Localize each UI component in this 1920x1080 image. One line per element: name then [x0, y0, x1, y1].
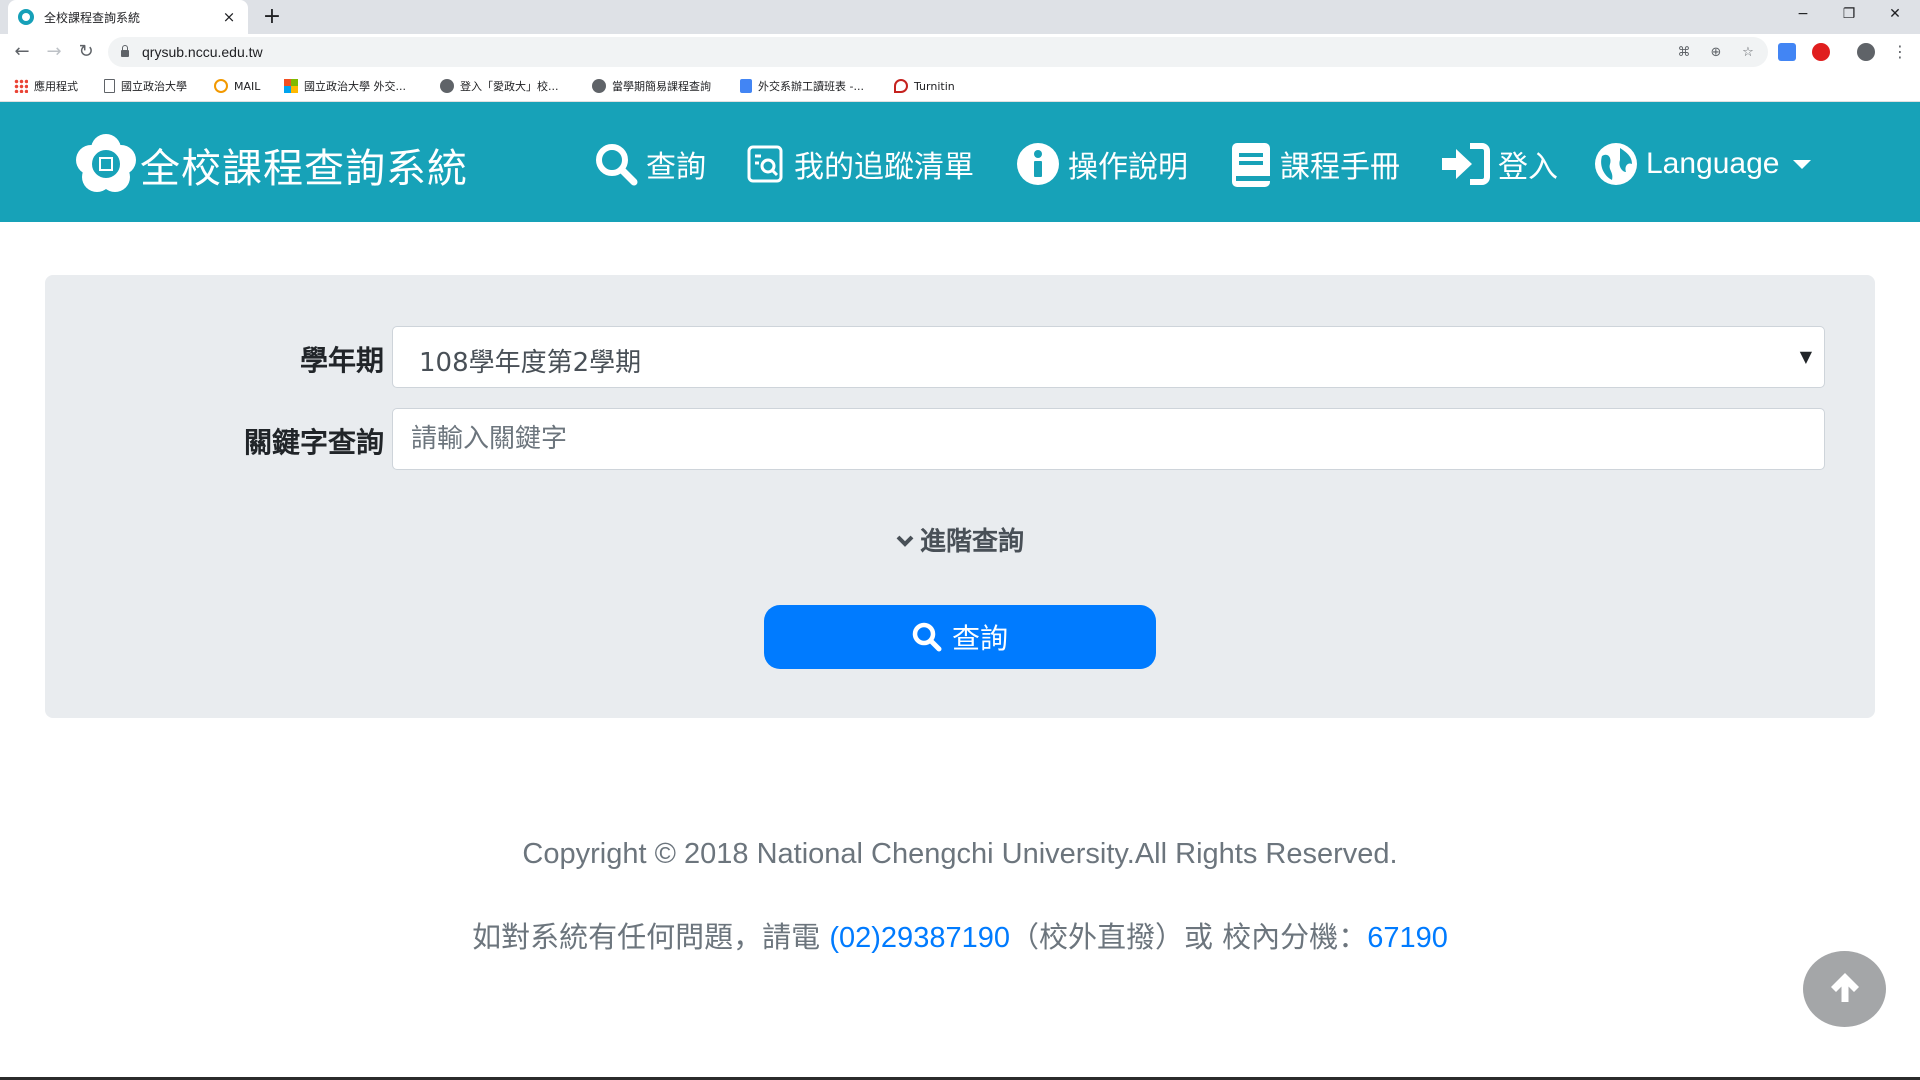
nav-search[interactable]: 查詢 — [594, 142, 706, 186]
bookmark-apps[interactable]: 應用程式 — [14, 78, 78, 94]
copyright-text: Copyright © 2018 National Chengchi Unive… — [522, 838, 1398, 870]
nav-handbook-label: 課程手冊 — [1280, 150, 1400, 185]
turnitin-icon — [894, 79, 908, 93]
restore-button[interactable]: ❐ — [1826, 0, 1872, 30]
search-submit-label: 查詢 — [951, 622, 1008, 655]
opera-extension-icon[interactable] — [1812, 43, 1830, 61]
nav-watchlist-label: 我的追蹤清單 — [794, 150, 974, 185]
apps-grid-icon — [14, 79, 28, 93]
semester-label: 學年期 — [299, 344, 384, 377]
browser-menu-icon[interactable]: ⋮ — [1888, 40, 1912, 64]
site-title[interactable]: 全校課程查詢系統 — [140, 136, 468, 194]
nav-language-label: Language — [1646, 147, 1780, 180]
bookmark-star-icon[interactable]: ☆ — [1740, 45, 1756, 61]
back-arrow-icon[interactable]: ← — [10, 40, 34, 64]
advanced-search-label: 進階查詢 — [919, 527, 1024, 557]
reload-icon[interactable]: ↻ — [74, 40, 98, 64]
zoom-icon[interactable]: ⊕ — [1708, 45, 1724, 61]
address-bar[interactable]: qrysub.nccu.edu.tw ⌘ ⊕ ☆ — [108, 37, 1768, 67]
watchlist-icon — [746, 142, 786, 186]
windows-icon — [284, 79, 298, 93]
phone-link[interactable]: (02)29387190 — [829, 922, 1010, 954]
contact-info: 如對系統有任何問題，請電 (02)29387190（校外直撥）或 校內分機：67… — [0, 914, 1920, 956]
globe-icon — [1594, 142, 1638, 186]
advanced-search-toggle[interactable]: 進階查詢 — [45, 521, 1875, 558]
keyword-field — [392, 408, 1825, 470]
caret-down-icon — [1793, 159, 1812, 169]
bookmark-label: 當學期簡易課程查詢 — [612, 80, 711, 93]
nav-handbook[interactable]: 課程手冊 — [1230, 142, 1400, 187]
doc-icon — [740, 79, 752, 93]
bookmark-turnitin[interactable]: Turnitin — [894, 78, 955, 94]
semester-selected-value: 108學年度第2學期 — [419, 348, 642, 378]
browser-tab-strip: 全校課程查詢系統 × + − ❐ ✕ — [0, 0, 1920, 34]
bookmark-course-query[interactable]: 當學期簡易課程查詢 — [592, 78, 711, 94]
search-submit-button[interactable]: 查詢 — [764, 605, 1156, 669]
bookmark-label: 外交系辦工讀班表 -... — [758, 80, 864, 93]
globe-icon — [592, 79, 606, 93]
forward-arrow-icon[interactable]: → — [42, 40, 66, 64]
bookmark-label: MAIL — [234, 79, 261, 93]
search-icon — [594, 142, 638, 186]
bookmark-label: Turnitin — [914, 79, 955, 93]
extension-link[interactable]: 67190 — [1367, 922, 1448, 954]
tab-close-icon[interactable]: × — [220, 8, 238, 26]
window-close-button[interactable]: ✕ — [1872, 0, 1918, 30]
book-icon — [1230, 142, 1272, 187]
bookmark-label: 國立政治大學 外交... — [304, 80, 406, 93]
search-icon — [912, 622, 942, 652]
nav-help-label: 操作說明 — [1068, 150, 1188, 185]
lock-icon — [120, 45, 130, 57]
tab-title: 全校課程查詢系統 — [44, 10, 141, 25]
bookmark-nccu-diplomacy[interactable]: 國立政治大學 外交... — [284, 78, 406, 94]
bookmarks-bar: 應用程式 國立政治大學 MAIL 國立政治大學 外交... 登入「愛政大」校..… — [0, 70, 1920, 102]
back-to-top-button[interactable] — [1803, 951, 1886, 1027]
contact-middle: （校外直撥）或 校內分機： — [1009, 920, 1368, 954]
nav-watchlist[interactable]: 我的追蹤清單 — [746, 142, 974, 186]
mail-icon — [214, 79, 228, 93]
translate-icon[interactable]: ⌘ — [1676, 45, 1692, 61]
keyword-input[interactable] — [393, 409, 1824, 469]
browser-tab[interactable]: 全校課程查詢系統 × — [8, 0, 248, 34]
minimize-button[interactable]: − — [1780, 0, 1826, 30]
new-tab-button[interactable]: + — [258, 3, 286, 31]
site-favicon-icon — [18, 9, 34, 25]
page-icon — [104, 79, 115, 93]
nav-search-label: 查詢 — [646, 150, 706, 185]
translate-extension-icon[interactable] — [1778, 43, 1796, 61]
globe-icon — [440, 79, 454, 93]
bookmark-label: 登入「愛政大」校... — [460, 80, 559, 93]
site-header: 全校課程查詢系統 查詢 我的追蹤清單 操作說明 課程手冊 登入 Language — [0, 102, 1920, 222]
search-form-card: 學年期 108學年度第2學期 ▼ 關鍵字查詢 進階查詢 查詢 — [45, 275, 1875, 718]
nav-login[interactable]: 登入 — [1440, 142, 1558, 186]
info-icon — [1016, 142, 1060, 186]
semester-select[interactable]: 108學年度第2學期 ▼ — [392, 326, 1825, 388]
select-caret-icon: ▼ — [1799, 347, 1812, 366]
bookmark-label: 國立政治大學 — [121, 80, 187, 93]
browser-toolbar: ← → ↻ qrysub.nccu.edu.tw ⌘ ⊕ ☆ ⋮ — [0, 34, 1920, 70]
bookmark-label: 應用程式 — [34, 80, 78, 93]
contact-prefix: 如對系統有任何問題，請電 — [472, 920, 830, 954]
arrow-up-icon — [1827, 969, 1863, 1009]
bookmark-mail[interactable]: MAIL — [214, 78, 260, 94]
bookmark-nccu[interactable]: 國立政治大學 — [104, 78, 187, 94]
nav-help[interactable]: 操作說明 — [1016, 142, 1188, 186]
keyword-label: 關鍵字查詢 — [243, 426, 384, 459]
url-text: qrysub.nccu.edu.tw — [142, 44, 263, 60]
sign-in-icon — [1440, 142, 1490, 186]
nav-login-label: 登入 — [1498, 150, 1558, 185]
bookmark-shift-table[interactable]: 外交系辦工讀班表 -... — [740, 78, 864, 94]
nav-language-dropdown[interactable]: Language — [1594, 142, 1812, 186]
nccu-logo-icon[interactable] — [76, 134, 136, 194]
chevron-down-icon — [896, 529, 914, 553]
bookmark-login-portal[interactable]: 登入「愛政大」校... — [440, 78, 559, 94]
profile-avatar-icon[interactable] — [1857, 43, 1875, 61]
